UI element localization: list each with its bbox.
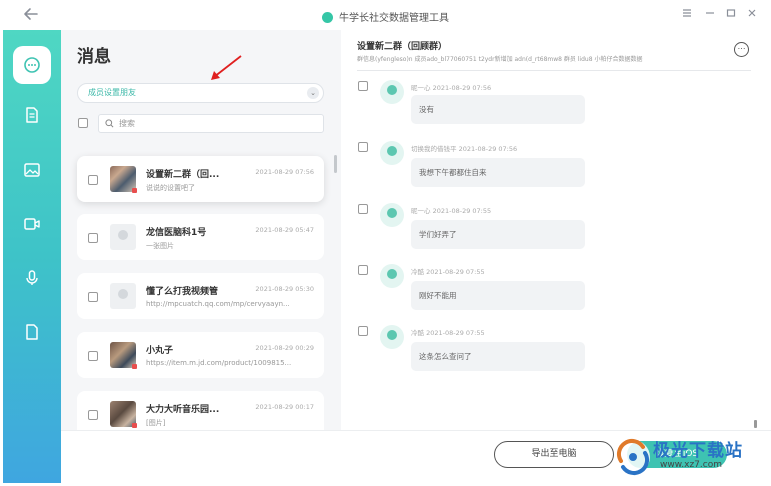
search-input[interactable]: 搜索 bbox=[98, 114, 324, 133]
title-bar: 牛学长社交数据管理工具 bbox=[0, 0, 771, 30]
app-title: 牛学长社交数据管理工具 bbox=[0, 9, 771, 24]
close-button[interactable] bbox=[745, 8, 759, 22]
conversation-preview: [图片] bbox=[146, 419, 166, 427]
message-bubble: 刚好不能用 bbox=[411, 281, 585, 310]
message-bubble: 没有 bbox=[411, 95, 585, 124]
dropdown-value: 成员设置朋友 bbox=[88, 88, 136, 97]
chat-subtitle: 群信息(yfengleso)n 成员ado_bl77060751 t2ydr新增… bbox=[357, 56, 643, 63]
sidebar-item-documents[interactable] bbox=[13, 96, 51, 134]
conversation-name: 龙信医脑科1号 bbox=[146, 228, 207, 238]
chat-title: 设置新二群（回顾群） bbox=[357, 42, 448, 52]
close-icon bbox=[748, 9, 756, 17]
chat-icon bbox=[24, 57, 40, 73]
watermark: 极光下载站 www.xz7.com bbox=[610, 432, 768, 482]
conversation-item[interactable]: 龙信医脑科1号 2021-08-29 05:47 一张图片 bbox=[77, 214, 324, 260]
avatar bbox=[110, 224, 136, 250]
select-all-checkbox[interactable] bbox=[78, 118, 88, 128]
watermark-url: www.xz7.com bbox=[660, 460, 722, 470]
file-icon bbox=[26, 324, 38, 340]
sidebar bbox=[3, 30, 61, 483]
conversation-name: 大力大听音乐园... bbox=[146, 405, 220, 415]
image-icon bbox=[24, 163, 40, 177]
avatar bbox=[110, 166, 137, 193]
conversation-time: 2021-08-29 00:29 bbox=[255, 344, 314, 352]
conversation-checkbox[interactable] bbox=[88, 233, 98, 243]
document-icon bbox=[26, 107, 38, 123]
message-meta: 冷酷 2021-08-29 07:55 bbox=[411, 268, 485, 276]
message-bubble: 学们好弄了 bbox=[411, 220, 585, 249]
conversation-time: 2021-08-29 00:17 bbox=[255, 403, 314, 411]
conversation-item[interactable]: 懂了么打我视频管 2021-08-29 05:30 http://mpcuatc… bbox=[77, 273, 324, 319]
minimize-icon bbox=[706, 12, 714, 14]
message-bubble: 这条怎么查问了 bbox=[411, 342, 585, 371]
message-meta: 冷酷 2021-08-29 07:55 bbox=[411, 329, 485, 337]
menu-button[interactable] bbox=[680, 8, 694, 22]
conversation-checkbox[interactable] bbox=[88, 351, 98, 361]
maximize-icon bbox=[726, 9, 736, 17]
conversation-name: 懂了么打我视频管 bbox=[146, 287, 219, 297]
app-logo-icon bbox=[322, 12, 333, 23]
conversation-name: 小丸子 bbox=[146, 346, 174, 356]
more-icon: ⋯ bbox=[737, 44, 746, 53]
message-checkbox[interactable] bbox=[358, 326, 368, 336]
sidebar-item-images[interactable] bbox=[13, 151, 51, 189]
avatar bbox=[380, 325, 404, 349]
conversation-checkbox[interactable] bbox=[88, 175, 98, 185]
chevron-down-icon: ⌄ bbox=[307, 87, 319, 99]
avatar bbox=[110, 401, 137, 428]
conversation-item[interactable]: 小丸子 2021-08-29 00:29 https://item.m.jd.c… bbox=[77, 332, 324, 378]
conversation-time: 2021-08-29 05:30 bbox=[255, 285, 314, 293]
more-button[interactable]: ⋯ bbox=[734, 42, 749, 57]
conversation-time: 2021-08-29 07:56 bbox=[255, 168, 314, 176]
message-checkbox[interactable] bbox=[358, 142, 368, 152]
sidebar-item-audio[interactable] bbox=[13, 259, 51, 297]
export-to-computer-button[interactable]: 导出至电脑 bbox=[494, 441, 614, 468]
divider bbox=[357, 70, 751, 71]
list-scrollbar[interactable] bbox=[334, 155, 337, 173]
conversation-item[interactable]: 设置新二群（回... 2021-08-29 07:56 说说的设置吧了 bbox=[77, 156, 324, 202]
conversation-checkbox[interactable] bbox=[88, 292, 98, 302]
message-bubble: 我想下午都都住自来 bbox=[411, 158, 585, 187]
message-checkbox[interactable] bbox=[358, 81, 368, 91]
avatar bbox=[380, 141, 404, 165]
avatar bbox=[110, 342, 137, 369]
menu-icon bbox=[683, 9, 691, 17]
sidebar-item-messages[interactable] bbox=[13, 46, 51, 84]
microphone-icon bbox=[26, 270, 38, 285]
video-icon bbox=[24, 218, 40, 230]
conversation-preview: 说说的设置吧了 bbox=[146, 184, 195, 192]
chat-scrollbar[interactable] bbox=[754, 420, 757, 428]
conversation-preview: 一张图片 bbox=[146, 242, 174, 250]
message-meta: 昵一心 2021-08-29 07:55 bbox=[411, 207, 492, 215]
chat-panel: 设置新二群（回顾群） 群信息(yfengleso)n 成员ado_bl77060… bbox=[341, 30, 771, 430]
panel-title: 消息 bbox=[77, 47, 111, 67]
search-icon bbox=[105, 119, 114, 128]
sidebar-item-files[interactable] bbox=[13, 313, 51, 351]
avatar bbox=[110, 283, 136, 309]
maximize-button[interactable] bbox=[724, 8, 738, 22]
conversation-name: 设置新二群（回... bbox=[146, 170, 220, 180]
message-meta: 昵一心 2021-08-29 07:56 bbox=[411, 84, 492, 92]
conversation-list-panel: 消息 成员设置朋友 ⌄ 搜索 设置新二群（回... 2021-08-29 07:… bbox=[61, 30, 341, 437]
sidebar-item-videos[interactable] bbox=[13, 205, 51, 243]
conversation-preview: https://item.m.jd.com/product/1009815... bbox=[146, 359, 292, 367]
conversation-time: 2021-08-29 05:47 bbox=[255, 226, 314, 234]
search-placeholder: 搜索 bbox=[119, 119, 135, 128]
minimize-button[interactable] bbox=[703, 8, 717, 22]
message-meta: 切换我的借钱平 2021-08-29 07:56 bbox=[411, 145, 518, 153]
message-checkbox[interactable] bbox=[358, 265, 368, 275]
message-checkbox[interactable] bbox=[358, 204, 368, 214]
avatar bbox=[380, 203, 404, 227]
account-dropdown[interactable]: 成员设置朋友 ⌄ bbox=[77, 83, 324, 103]
watermark-brand: 极光下载站 bbox=[653, 441, 743, 461]
conversation-preview: http://mpcuatch.qq.com/mp/cervyaayn... bbox=[146, 300, 290, 308]
avatar bbox=[380, 264, 404, 288]
annotation-arrow-icon bbox=[211, 55, 242, 80]
conversation-checkbox[interactable] bbox=[88, 410, 98, 420]
avatar bbox=[380, 80, 404, 104]
watermark-logo-icon bbox=[616, 439, 650, 475]
